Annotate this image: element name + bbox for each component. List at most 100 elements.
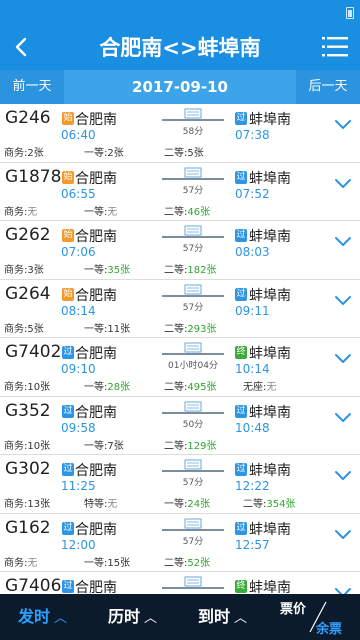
prev-day-button[interactable]: 前一天: [0, 70, 64, 104]
chevron-down-icon[interactable]: [334, 118, 352, 130]
arrive-time: 12:57: [235, 537, 270, 552]
depart-time: 06:40: [61, 128, 96, 142]
arrive-time: 07:38: [235, 128, 270, 142]
arrive-station-type-badge: 过: [235, 112, 247, 125]
seat-class-label: 一等:: [164, 499, 188, 510]
chevron-down-icon[interactable]: [334, 294, 352, 306]
train-row[interactable]: G264 始合肥南 08:14 57分 过蚌埠南 09:11 商务:5张 一等:11张 二等:2…: [0, 279, 360, 338]
depart-station: 合肥南: [75, 404, 117, 421]
train-row[interactable]: G262 始合肥南 07:06 57分 过蚌埠南 08:03 商务:3张 一等:35张 二等:1…: [0, 221, 360, 280]
chevron-down-icon[interactable]: [334, 411, 352, 423]
arrive-station: 蚌埠南: [249, 463, 291, 479]
seat-availability: 二等:52张: [164, 554, 210, 569]
seat-count: 5张: [27, 323, 44, 335]
seat-class-label: 一等:: [84, 265, 108, 276]
depart-station-type-badge: 过: [62, 346, 74, 359]
seat-count: 293张: [187, 323, 217, 335]
seat-class-label: 无座:: [243, 382, 267, 393]
seat-class-label: 一等:: [84, 148, 108, 159]
train-row[interactable]: G1878 始合肥南 06:55 57分过蚌埠南 07:52 商务:无 一等:无 二等:46张: [0, 162, 360, 221]
sort-duration-label: 历时: [108, 607, 141, 626]
route-indicator: 50分: [160, 400, 226, 430]
route-indicator: 58分: [160, 107, 226, 137]
seat-class-label: 二等:: [243, 499, 267, 510]
train-number: G7406: [5, 576, 62, 594]
chevron-down-icon[interactable]: [334, 235, 352, 247]
train-route-icon: [162, 401, 224, 414]
arrive-station-type-badge: 过: [235, 229, 247, 242]
seat-count: 182张: [187, 265, 217, 276]
seat-class-label: 二等:: [164, 206, 188, 218]
arrive-station-type-badge: 过: [235, 463, 247, 476]
depart-station: 合肥南: [75, 287, 117, 304]
train-row[interactable]: G352 过合肥南 09:58 50分过蚌埠南 10:48 商务:10张 一等:7张 二等:1…: [0, 396, 360, 455]
list-menu-icon: [322, 37, 348, 57]
seat-count: 13张: [27, 499, 51, 510]
chevron-down-icon[interactable]: [334, 469, 352, 481]
seat-availability: 二等:129张: [164, 437, 216, 452]
seat-count: 2张: [107, 148, 124, 159]
seat-class-label: 特等:: [84, 499, 108, 510]
seat-availability: 一等:2张: [84, 144, 124, 159]
arrive-station-type-badge: 过: [235, 404, 247, 418]
seat-count: 无: [27, 206, 38, 218]
train-row[interactable]: G302 过合肥南 11:25 57分过蚌埠南 12:22 商务:13张 特等:无 一等:24…: [0, 455, 360, 514]
chevron-down-icon[interactable]: [334, 177, 352, 189]
train-route-icon: [162, 342, 224, 355]
price-remaining-toggle[interactable]: 票价 余票: [280, 594, 360, 640]
train-row[interactable]: G246 始合肥南 06:40 58分过蚌埠南 07:38 商务:2张 一等:2张 二等:5张: [0, 104, 360, 163]
train-route-icon: [162, 108, 224, 121]
depart-station: 合肥南: [75, 580, 117, 594]
travel-duration: 58分: [182, 127, 204, 137]
arrive-station-type-badge: 终: [235, 580, 247, 593]
seat-availability: 一等:15张: [84, 554, 130, 569]
travel-duration: 57分: [182, 244, 204, 254]
next-day-button[interactable]: 后一天: [296, 70, 360, 104]
seat-availability: 商务:3张: [4, 261, 44, 276]
arrive-station: 蚌埠南: [249, 346, 291, 362]
travel-duration: 57分: [182, 302, 204, 313]
train-route-icon: [162, 518, 224, 531]
sort-arrive-button[interactable]: 到时 ︿: [198, 594, 247, 640]
battery-icon: [346, 7, 354, 19]
seat-availability: 特等:无: [84, 495, 117, 510]
route-indicator: 57分: [160, 166, 226, 196]
caret-up-icon: ︿: [144, 611, 158, 626]
train-number: G246: [5, 108, 51, 128]
seat-class-label: 商务:: [4, 265, 28, 276]
seat-class-label: 一等:: [84, 382, 108, 393]
seat-class-label: 商务:: [4, 323, 28, 335]
train-row[interactable]: G162 过合肥南 12:00 57分过蚌埠南 12:57 商务:无 一等:15张 二等:52…: [0, 513, 360, 572]
chevron-down-icon[interactable]: [334, 586, 352, 594]
train-list[interactable]: G246 始合肥南 06:40 58分过蚌埠南 07:38 商务:2张 一等:2张 二等:5张…: [0, 104, 360, 594]
seat-availability: 商务:10张: [4, 378, 50, 393]
train-number: G1878: [5, 166, 62, 187]
seat-availability: 一等:35张: [84, 261, 130, 276]
depart-time: 07:06: [61, 245, 96, 259]
seat-class-label: 一等:: [84, 440, 108, 452]
chevron-down-icon[interactable]: [334, 352, 352, 364]
sort-duration-button[interactable]: 历时 ︿: [108, 594, 157, 640]
seat-class-label: 二等:: [164, 557, 188, 569]
seat-class-label: 一等:: [84, 557, 108, 569]
arrive-station-type-badge: 过: [235, 521, 247, 535]
depart-station-type-badge: 始: [62, 170, 74, 184]
current-date[interactable]: 2017-09-10: [64, 70, 296, 104]
depart-station-type-badge: 过: [62, 463, 74, 476]
route-indicator: [160, 575, 226, 594]
menu-button[interactable]: [322, 36, 348, 58]
travel-duration: 57分: [182, 185, 204, 196]
chevron-down-icon[interactable]: [334, 528, 352, 540]
train-row[interactable]: G7402 过合肥南 09:10 01小时04分 终蚌埠南 10:14 商务:10张 一等:2…: [0, 338, 360, 397]
depart-station-type-badge: 过: [62, 404, 74, 418]
sort-depart-button[interactable]: 发时 ︿: [18, 594, 67, 640]
seat-availability: 二等:354张: [243, 495, 295, 510]
depart-station: 合肥南: [75, 346, 117, 362]
train-route-icon: [162, 459, 224, 472]
seat-class-label: 一等:: [84, 206, 108, 218]
header-bar: 合肥南<>蚌埠南: [0, 24, 360, 70]
depart-station: 合肥南: [75, 229, 117, 245]
train-number: G264: [5, 283, 51, 304]
travel-duration: 50分: [182, 419, 204, 430]
depart-station: 合肥南: [75, 112, 117, 128]
